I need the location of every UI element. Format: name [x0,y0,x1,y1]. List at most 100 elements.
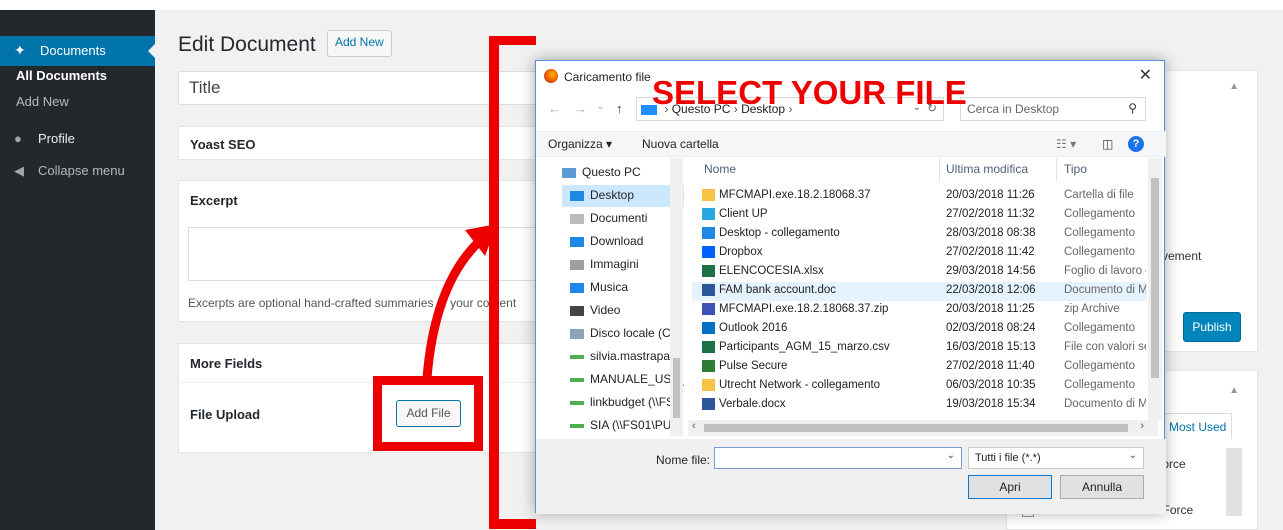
sidebar-item-add-new[interactable]: Add New [16,94,69,109]
nav-item-download[interactable]: Download [562,231,684,253]
file-name: ELENCOCESIA.xlsx [719,265,824,278]
up-arrow-icon[interactable]: ↑ [616,101,623,116]
nav-item-drive-c[interactable]: Disco locale (C:) [562,323,684,345]
file-modified: 27/02/2018 11:42 [946,246,1035,258]
music-icon [570,282,584,293]
column-header-modified[interactable]: Ultima modifica [946,162,1028,176]
chevron-down-icon[interactable]: ⌄ [947,450,955,461]
file-type: Documento di Mi [1064,284,1146,296]
file-upload-label: File Upload [190,407,261,422]
nav-item-desktop[interactable]: Desktop [562,185,684,207]
chevron-left-icon[interactable]: ‹ [692,420,696,432]
sidebar-item-collapse[interactable]: ◀ Collapse menu [14,163,125,179]
documents-icon [570,213,584,224]
firefox-icon [544,69,558,83]
nav-label: silvia.mastrapasc [590,349,683,363]
nav-label: Video [590,303,621,317]
file-modified: 16/03/2018 15:13 [946,341,1036,353]
close-icon[interactable]: ✕ [1139,65,1152,85]
file-row[interactable]: Client UP 27/02/2018 11:32 Collegamento [692,206,1147,225]
file-type-value: Tutti i file (*.*) [975,452,1041,464]
file-type-select[interactable]: Tutti i file (*.*) ⌄ [968,447,1144,469]
chevron-right-icon[interactable]: › [1140,420,1144,432]
drive-icon [570,328,584,339]
view-icon[interactable]: ☷ ▾ [1056,137,1076,151]
nav-item-pictures[interactable]: Immagini [562,254,684,276]
file-type: Collegamento [1064,227,1135,239]
open-button[interactable]: Apri [968,475,1052,499]
nav-item-network-1[interactable]: silvia.mastrapasc [562,346,684,368]
nav-label: Download [590,234,644,248]
file-row[interactable]: ELENCOCESIA.xlsx 29/03/2018 14:56 Foglio… [692,263,1147,282]
tab-most-used[interactable]: Most Used [1162,413,1232,439]
nav-label: Documenti [590,211,648,225]
collapse-arrow-icon[interactable]: ▲ [1229,385,1239,396]
horizontal-scrollbar[interactable]: ‹ › [688,420,1158,436]
sidebar-item-all-documents[interactable]: All Documents [16,68,107,83]
organize-button[interactable]: Organizza ▾ [548,137,612,151]
file-type: Collegamento [1064,360,1135,372]
column-divider [939,158,940,182]
more-fields-title: More Fields [190,356,263,371]
help-icon[interactable]: ? [1128,136,1144,152]
preview-pane-icon[interactable]: ◫ [1102,137,1113,151]
file-modified: 02/03/2018 08:24 [946,322,1036,334]
add-new-button[interactable]: Add New [327,30,392,57]
publish-button[interactable]: Publish [1183,312,1241,342]
scroll-thumb[interactable] [1151,178,1159,378]
column-header-type[interactable]: Tipo [1064,162,1087,176]
category-scrollbar[interactable] [1226,448,1242,516]
file-row[interactable]: Utrecht Network - collegamento 06/03/201… [692,377,1147,396]
back-arrow-icon[interactable]: ← [548,101,561,116]
new-folder-button[interactable]: Nuova cartella [642,137,719,151]
sidebar-item-documents[interactable]: ✦ Documents [0,36,155,66]
nav-label: linkbudget (\\FS [590,395,675,409]
admin-sidebar: ✦ Documents All Documents Add New ● Profi… [0,10,155,530]
pc-icon [562,167,576,178]
page-title: Edit Document [178,33,316,56]
nav-item-network-3[interactable]: linkbudget (\\FS [562,392,684,414]
nav-item-documents[interactable]: Documenti [562,208,684,230]
folder-icon [702,189,715,201]
column-header-name[interactable]: Nome [704,162,736,176]
file-name: MFCMAPI.exe.18.2.18068.37 [719,189,871,202]
file-list-scrollbar[interactable] [1148,158,1162,420]
user-icon: ● [14,131,22,146]
search-input[interactable]: Cerca in Desktop ⚲ [960,97,1146,121]
filename-input[interactable]: ⌄ [714,447,962,469]
file-row[interactable]: Dropbox 27/02/2018 11:42 Collegamento [692,244,1147,263]
file-row[interactable]: FAM bank account.doc 22/03/2018 12:06 Do… [692,282,1147,301]
chevron-down-icon[interactable]: ⌄ [1129,450,1137,461]
scroll-thumb[interactable] [704,424,1128,432]
yoast-title[interactable]: Yoast SEO [190,137,256,152]
collapse-arrow-icon[interactable]: ▲ [1229,81,1239,92]
file-row[interactable]: MFCMAPI.exe.18.2.18068.37.zip 20/03/2018… [692,301,1147,320]
nav-item-this-pc[interactable]: Questo PC [562,162,684,184]
forward-arrow-icon[interactable]: → [574,101,587,116]
nav-item-video[interactable]: Video [562,300,684,322]
nav-item-network-4[interactable]: SIA (\\FS01\PUB [562,415,684,437]
shortcut-icon [702,208,715,220]
highlight-box [373,376,483,451]
sidebar-item-profile[interactable]: ● Profile [14,131,75,146]
file-row[interactable]: Verbale.docx 19/03/2018 15:34 Documento … [692,396,1147,415]
file-row[interactable]: Outlook 2016 02/03/2018 08:24 Collegamen… [692,320,1147,339]
nav-item-music[interactable]: Musica [562,277,684,299]
column-divider [1056,158,1057,182]
file-type: File con valori sep [1064,341,1146,353]
chevron-down-icon[interactable]: ⌄ [596,101,604,112]
file-row[interactable]: MFCMAPI.exe.18.2.18068.37 20/03/2018 11:… [692,187,1147,206]
scroll-thumb[interactable] [673,358,680,418]
file-modified: 19/03/2018 15:34 [946,398,1036,410]
file-row[interactable]: Participants_AGM_15_marzo.csv 16/03/2018… [692,339,1147,358]
cancel-button[interactable]: Annulla [1060,475,1144,499]
file-type: Documento di Mi [1064,398,1146,410]
file-modified: 22/03/2018 12:06 [946,284,1036,296]
file-type: Cartella di file [1064,189,1134,201]
annotation-headline: SELECT YOUR FILE [652,74,967,111]
file-row[interactable]: Pulse Secure 27/02/2018 11:40 Collegamen… [692,358,1147,377]
file-row[interactable]: Desktop - collegamento 28/03/2018 08:38 … [692,225,1147,244]
pulse-icon [702,360,715,372]
nav-scrollbar[interactable] [670,158,683,436]
nav-item-network-2[interactable]: MANUALE_USO_ [562,369,684,391]
